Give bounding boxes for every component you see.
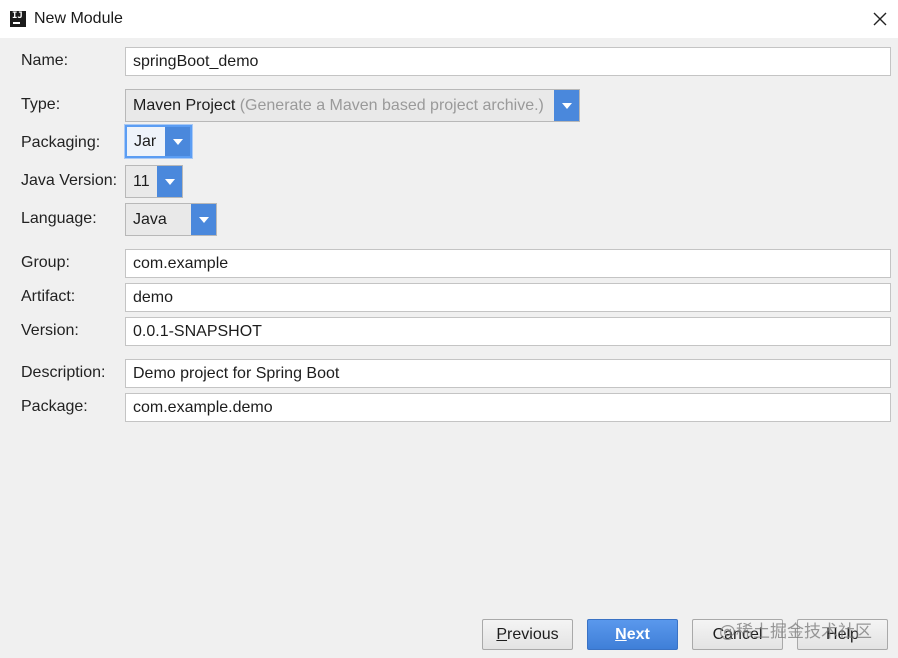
next-button[interactable]: Next (587, 619, 678, 650)
java-version-value: 11 (133, 173, 150, 190)
previous-button[interactable]: Previous (482, 619, 573, 650)
packaging-dropdown[interactable]: Jar (125, 125, 192, 158)
chevron-down-icon (164, 178, 175, 185)
version-field[interactable]: 0.0.1-SNAPSHOT (125, 317, 891, 346)
language-dropdown[interactable]: Java (125, 203, 217, 236)
java-version-label: Java Version: (21, 172, 118, 189)
package-field[interactable]: com.example.demo (125, 393, 891, 422)
chevron-down-icon (172, 138, 183, 145)
description-field[interactable]: Demo project for Spring Boot (125, 359, 891, 388)
java-version-dropdown[interactable]: 11 (125, 165, 183, 198)
chevron-down-icon (198, 216, 209, 223)
type-dropdown[interactable]: Maven Project (Generate a Maven based pr… (125, 89, 580, 122)
app-icon-text: IJ (12, 11, 23, 21)
title-bar: IJ New Module (0, 0, 898, 38)
help-label: Help (826, 625, 859, 643)
java-version-dropdown-arrow[interactable] (157, 166, 182, 197)
close-button[interactable] (868, 7, 892, 31)
name-field[interactable]: springBoot_demo (125, 47, 891, 76)
type-dropdown-arrow[interactable] (554, 90, 579, 121)
package-label: Package: (21, 398, 88, 415)
name-label: Name: (21, 52, 69, 69)
version-label: Version: (21, 322, 79, 339)
cancel-label: Cancel (712, 625, 763, 643)
artifact-label: Artifact: (21, 288, 76, 305)
packaging-label: Packaging: (21, 134, 101, 151)
next-label: ext (626, 625, 650, 643)
next-mnemonic: N (615, 625, 627, 643)
intellij-app-icon: IJ (10, 11, 26, 27)
close-icon (873, 12, 887, 26)
chevron-down-icon (561, 102, 572, 109)
description-label: Description: (21, 364, 106, 381)
group-field[interactable]: com.example (125, 249, 891, 278)
artifact-field[interactable]: demo (125, 283, 891, 312)
type-hint: (Generate a Maven based project archive.… (239, 97, 544, 114)
previous-label: revious (507, 625, 559, 643)
group-label: Group: (21, 254, 70, 271)
window-title: New Module (34, 10, 123, 27)
previous-mnemonic: P (496, 625, 508, 643)
help-button[interactable]: Help (797, 619, 888, 650)
language-value: Java (133, 211, 167, 228)
type-label: Type: (21, 96, 61, 113)
packaging-value: Jar (134, 133, 157, 150)
language-dropdown-arrow[interactable] (191, 204, 216, 235)
packaging-dropdown-arrow[interactable] (165, 127, 190, 156)
type-value: Maven Project (133, 97, 236, 114)
language-label: Language: (21, 210, 97, 227)
cancel-button[interactable]: Cancel (692, 619, 783, 650)
